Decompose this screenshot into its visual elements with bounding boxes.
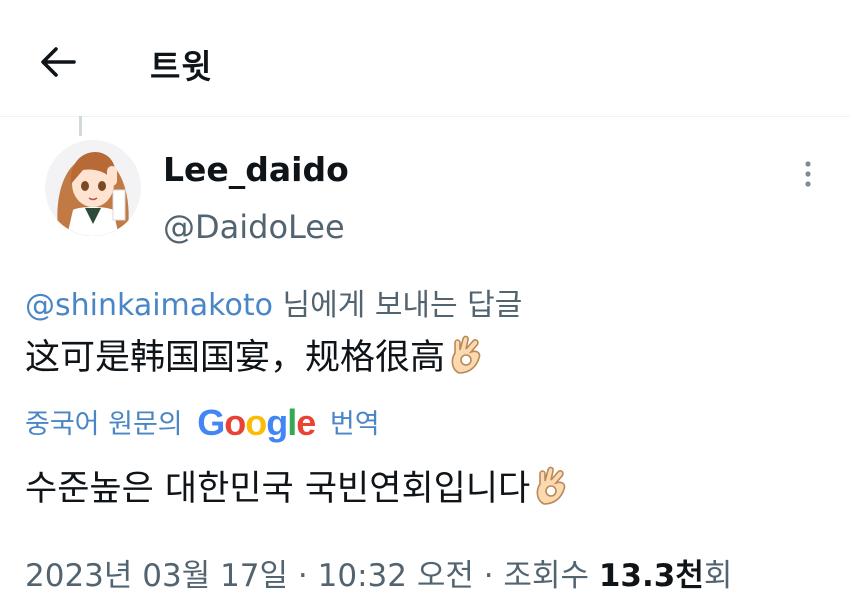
page-title: 트윗: [150, 47, 213, 86]
translate-label-suffix: 번역: [329, 409, 380, 440]
avatar[interactable]: [45, 140, 141, 236]
translated-text-content: 수준높은 대한민국 국빈연회입니다: [25, 469, 531, 509]
google-letter: G: [197, 402, 225, 443]
translate-label-prefix: 중국어 원문의: [25, 409, 183, 440]
more-options-button[interactable]: [795, 158, 821, 192]
tweet-date[interactable]: 2023년 03월 17일: [25, 558, 288, 594]
views-count: 13.3천: [598, 558, 704, 594]
tweet-text: 这可是韩国国宴，规格很高: [25, 333, 487, 379]
google-logo: Google: [197, 402, 316, 443]
tweet-header: 트윗: [0, 0, 850, 117]
google-letter: l: [287, 402, 297, 443]
mention-link[interactable]: @shinkaimakoto: [25, 288, 273, 323]
google-letter: e: [296, 402, 316, 443]
thread-connector: [79, 116, 82, 136]
views-unit: 회: [703, 558, 733, 594]
google-letter: o: [224, 402, 246, 443]
avatar-illustration: [45, 140, 141, 236]
views-label: 조회수: [503, 558, 599, 594]
reply-context-label: 님에게 보내는 답글: [272, 288, 523, 323]
author-handle[interactable]: @DaidoLee: [163, 208, 345, 246]
reply-context: @shinkaimakoto 님에게 보내는 답글: [25, 280, 522, 324]
ok-hand-emoji-icon: [536, 466, 566, 505]
back-button[interactable]: [38, 42, 78, 82]
author-name[interactable]: Lee_daido: [163, 150, 349, 189]
translate-link[interactable]: 중국어 원문의 Google 번역: [25, 402, 380, 444]
separator: ·: [288, 558, 318, 594]
more-vertical-icon: [805, 161, 811, 187]
google-letter: g: [266, 402, 288, 443]
tweet-time[interactable]: 10:32 오전: [318, 558, 474, 594]
translated-text: 수준높은 대한민국 국빈연회입니다: [25, 464, 572, 510]
ok-hand-emoji-icon: [451, 335, 481, 374]
separator: ·: [473, 558, 504, 594]
tweet-metadata: 2023년 03월 17일 · 10:32 오전 · 조회수 13.3천회: [25, 550, 732, 595]
google-letter: o: [245, 402, 267, 443]
tweet-text-content: 这可是韩国国宴，规格很高: [25, 338, 446, 378]
arrow-left-icon: [41, 47, 76, 77]
